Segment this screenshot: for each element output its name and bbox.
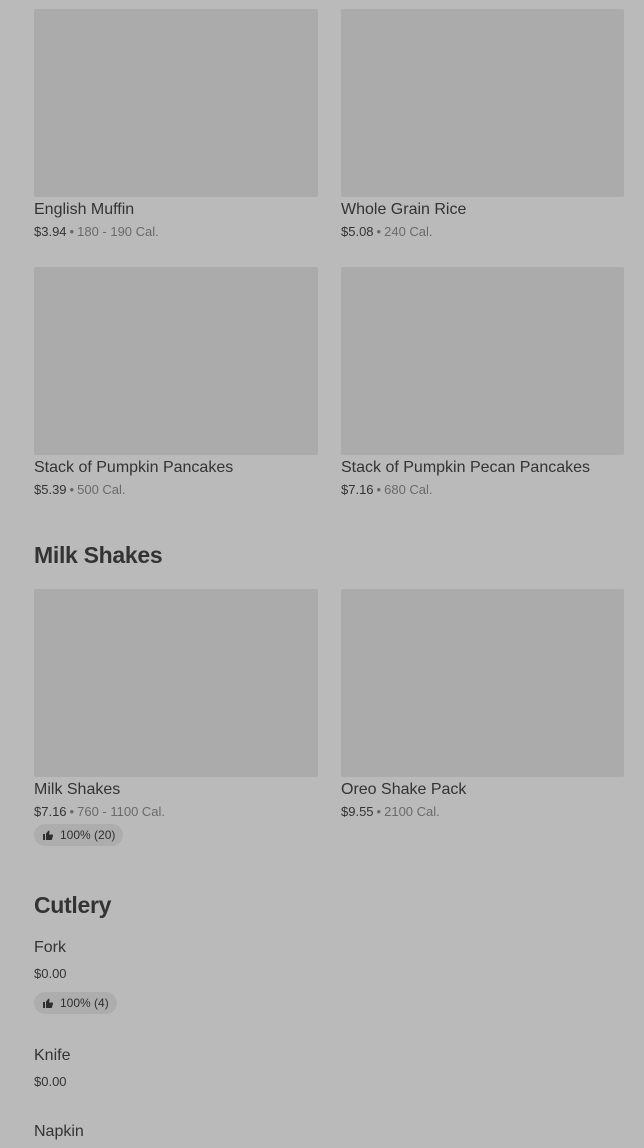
menu-item-card[interactable]: Oreo Shake Pack $9.55 • 2100 Cal. (341, 589, 624, 819)
menu-item-card[interactable]: Whole Grain Rice $5.08 • 240 Cal. (341, 9, 624, 239)
list-item-napkin[interactable]: Napkin (34, 1123, 84, 1141)
item-name: Whole Grain Rice (341, 201, 467, 218)
item-name: Oreo Shake Pack (341, 781, 467, 798)
menu-item-card[interactable]: Milk Shakes $7.16 • 760 - 1100 Cal. 100% (… (34, 589, 318, 846)
item-name: Milk Shakes (34, 781, 121, 798)
item-price: $5.39 (34, 482, 67, 497)
item-meta: $5.08 • 240 Cal. (341, 224, 624, 239)
separator: • (69, 482, 75, 497)
menu-item-card[interactable]: Stack of Pumpkin Pancakes $5.39 • 500 Cal. (34, 267, 318, 497)
item-image[interactable] (34, 589, 318, 777)
item-name: English Muffin (34, 201, 135, 218)
separator: • (376, 804, 382, 819)
section-title-cutlery: Cutlery (34, 892, 112, 918)
item-price: $7.16 (34, 804, 67, 819)
thumbs-up-icon (43, 998, 54, 1008)
item-calories: 240 Cal. (384, 224, 433, 239)
item-price: $0.00 (34, 966, 67, 981)
item-image[interactable] (34, 9, 318, 197)
item-calories: 760 - 1100 Cal. (77, 804, 166, 819)
item-name: Stack of Pumpkin Pancakes (34, 459, 234, 476)
item-image[interactable] (341, 9, 624, 197)
item-meta: $7.16 • 680 Cal. (341, 482, 624, 497)
rating-text: 100% (20) (60, 828, 116, 842)
separator: • (69, 804, 75, 819)
item-image[interactable] (341, 267, 624, 455)
item-meta: $5.39 • 500 Cal. (34, 482, 318, 497)
item-image[interactable] (341, 589, 624, 777)
item-price: $0.00 (34, 1074, 67, 1089)
rating-text: 100% (4) (60, 996, 109, 1010)
item-price: $5.08 (341, 224, 374, 239)
item-calories: 500 Cal. (77, 482, 126, 497)
thumbs-up-icon (43, 830, 54, 840)
item-price: $3.94 (34, 224, 67, 239)
item-name: Knife (34, 1047, 71, 1064)
item-name: Fork (34, 939, 66, 956)
menu-item-card[interactable]: Stack of Pumpkin Pecan Pancakes $7.16 • 68… (341, 267, 624, 497)
item-price: $7.16 (341, 482, 374, 497)
rating-badge: 100% (4) (34, 992, 117, 1014)
item-price: $9.55 (341, 804, 374, 819)
rating-badge: 100% (20) (34, 824, 124, 846)
item-calories: 2100 Cal. (384, 804, 440, 819)
item-image[interactable] (34, 267, 318, 455)
list-item-knife[interactable]: Knife $0.00 (34, 1047, 70, 1089)
separator: • (376, 224, 382, 239)
item-meta: $7.16 • 760 - 1100 Cal. (34, 804, 318, 819)
item-calories: 680 Cal. (384, 482, 433, 497)
separator: • (376, 482, 382, 497)
item-name: Napkin (34, 1123, 84, 1140)
separator: • (69, 224, 75, 239)
list-item-fork[interactable]: Fork $0.00 100% (4) (34, 939, 117, 1014)
item-calories: 180 - 190 Cal. (77, 224, 159, 239)
item-meta: $3.94 • 180 - 190 Cal. (34, 224, 318, 239)
item-meta: $9.55 • 2100 Cal. (341, 804, 624, 819)
menu-item-card[interactable]: English Muffin $3.94 • 180 - 190 Cal. (34, 9, 318, 239)
item-name: Stack of Pumpkin Pecan Pancakes (341, 459, 591, 476)
section-title-milk-shakes: Milk Shakes (34, 542, 163, 568)
